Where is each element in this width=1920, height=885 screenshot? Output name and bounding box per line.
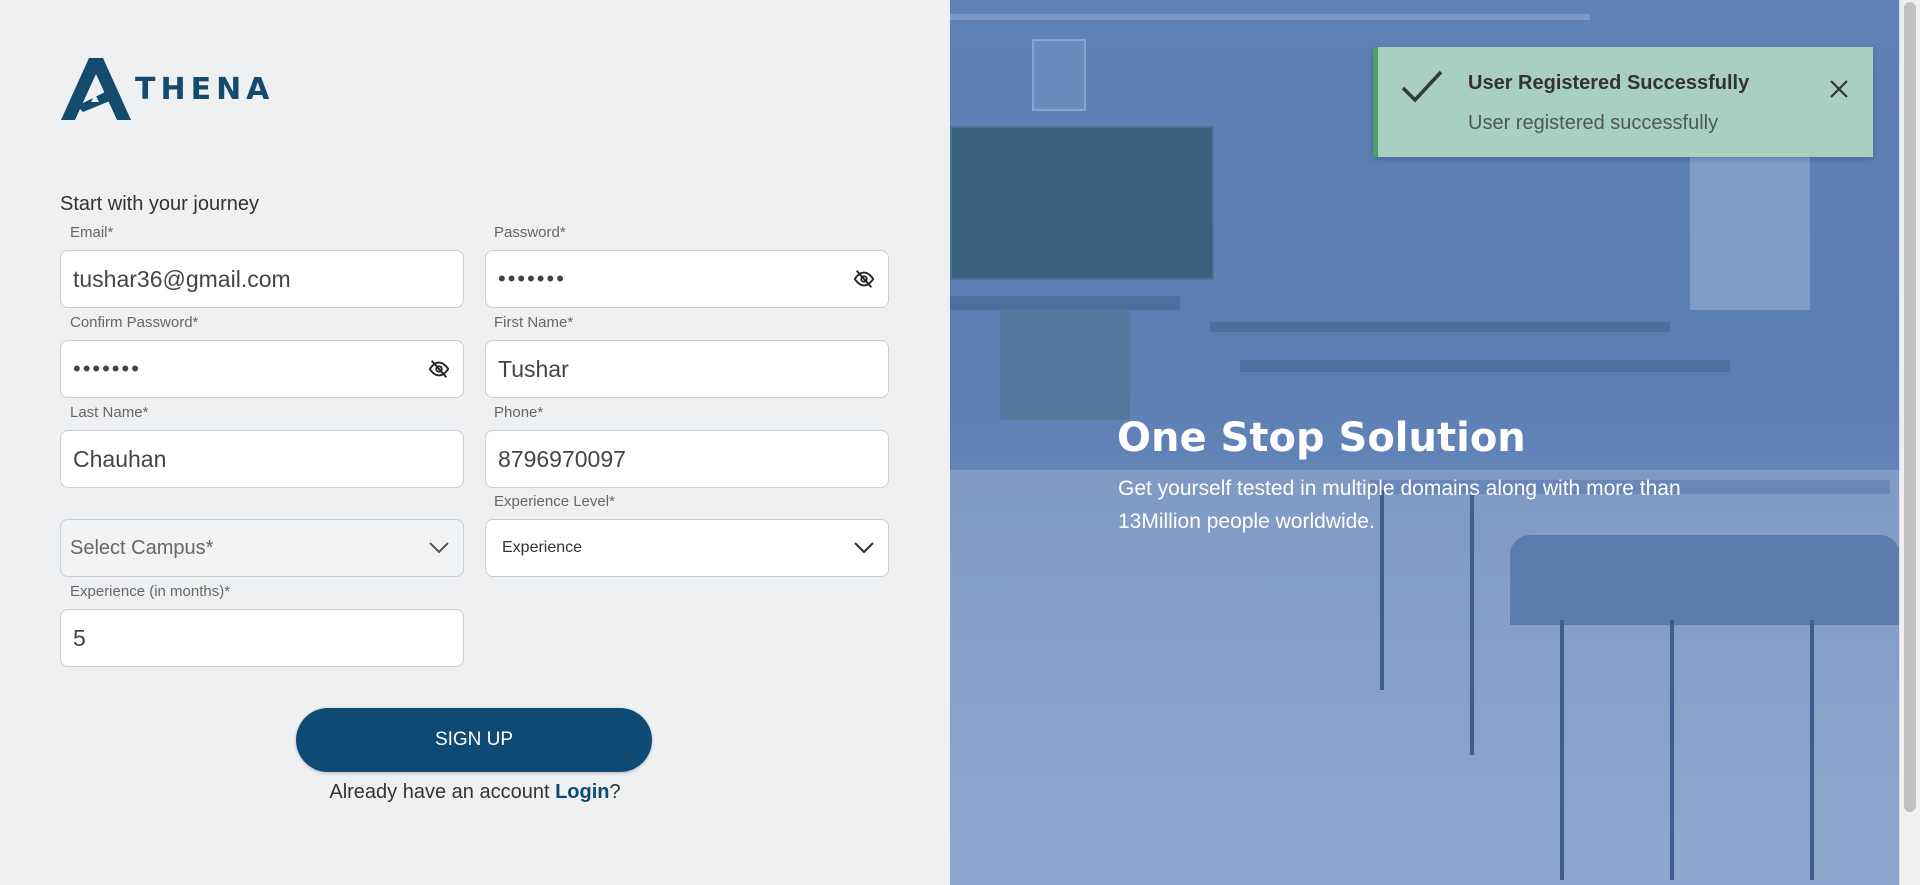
eye-slash-icon[interactable] — [427, 357, 451, 381]
classroom-background — [950, 126, 1214, 280]
login-prompt-text: Already have an account — [329, 781, 550, 803]
login-suffix: ? — [609, 781, 621, 803]
experience-level-select[interactable]: Experience — [485, 519, 889, 577]
chevron-down-icon — [427, 536, 451, 560]
classroom-background — [1210, 322, 1670, 332]
experience-level-label: Experience Level* — [494, 493, 615, 510]
classroom-background — [950, 296, 1180, 310]
classroom-background — [1810, 620, 1814, 880]
experience-level-value: Experience — [502, 539, 583, 556]
classroom-background — [1670, 620, 1674, 880]
experience-months-value: 5 — [73, 624, 86, 651]
email-label: Email* — [70, 224, 114, 241]
experience-months-field[interactable]: 5 — [60, 609, 464, 667]
classroom-background — [1510, 535, 1900, 625]
experience-months-label: Experience (in months)* — [70, 583, 231, 600]
password-field[interactable]: ••••••• — [485, 250, 889, 308]
confirm-password-value: ••••••• — [73, 356, 141, 381]
form-subtitle: Start with your journey — [60, 193, 259, 215]
password-value: ••••••• — [498, 266, 566, 291]
last-name-field[interactable]: Chauhan — [60, 430, 464, 488]
campus-placeholder: Select Campus* — [70, 536, 214, 559]
confirm-password-field[interactable]: ••••••• — [60, 340, 464, 398]
first-name-value: Tushar — [498, 355, 569, 382]
classroom-background — [1000, 310, 1130, 420]
phone-value: 8796970097 — [498, 445, 626, 472]
login-prompt: Already have an account Login? — [0, 781, 950, 804]
checkmark-icon — [1400, 69, 1444, 110]
email-field[interactable]: tushar36@gmail.com — [60, 250, 464, 308]
classroom-background — [1032, 39, 1086, 111]
hero-title: One Stop Solution — [1117, 415, 1526, 461]
login-link[interactable]: Login — [555, 781, 609, 803]
logo-text: THENA — [135, 71, 275, 107]
scrollbar-thumb[interactable] — [1904, 2, 1916, 812]
toast-title: User Registered Successfully — [1468, 72, 1750, 94]
hero-subtitle: Get yourself tested in multiple domains … — [1118, 477, 1681, 533]
phone-field[interactable]: 8796970097 — [485, 430, 889, 488]
signup-panel: THENA Start with your journey Email* tus… — [0, 0, 950, 885]
last-name-label: Last Name* — [70, 404, 149, 421]
first-name-field[interactable]: Tushar — [485, 340, 889, 398]
classroom-background — [950, 14, 1590, 20]
athena-logo: THENA — [61, 58, 274, 120]
classroom-background — [1240, 360, 1730, 372]
confirm-password-label: Confirm Password* — [70, 314, 199, 331]
password-label: Password* — [494, 224, 566, 241]
success-toast: User Registered Successfully User regist… — [1373, 47, 1873, 157]
first-name-label: First Name* — [494, 314, 574, 331]
email-value: tushar36@gmail.com — [73, 265, 291, 292]
toast-message: User registered successfully — [1468, 112, 1719, 134]
phone-label: Phone* — [494, 404, 544, 421]
campus-select[interactable]: Select Campus* — [60, 519, 464, 577]
logo-a-icon — [61, 58, 131, 120]
last-name-value: Chauhan — [73, 445, 167, 472]
page-scrollbar[interactable] — [1899, 0, 1920, 885]
close-icon[interactable] — [1827, 77, 1851, 101]
eye-slash-icon[interactable] — [852, 267, 876, 291]
chevron-down-icon — [852, 536, 876, 560]
classroom-background — [1560, 620, 1564, 880]
signup-button[interactable]: SIGN UP — [296, 708, 652, 772]
